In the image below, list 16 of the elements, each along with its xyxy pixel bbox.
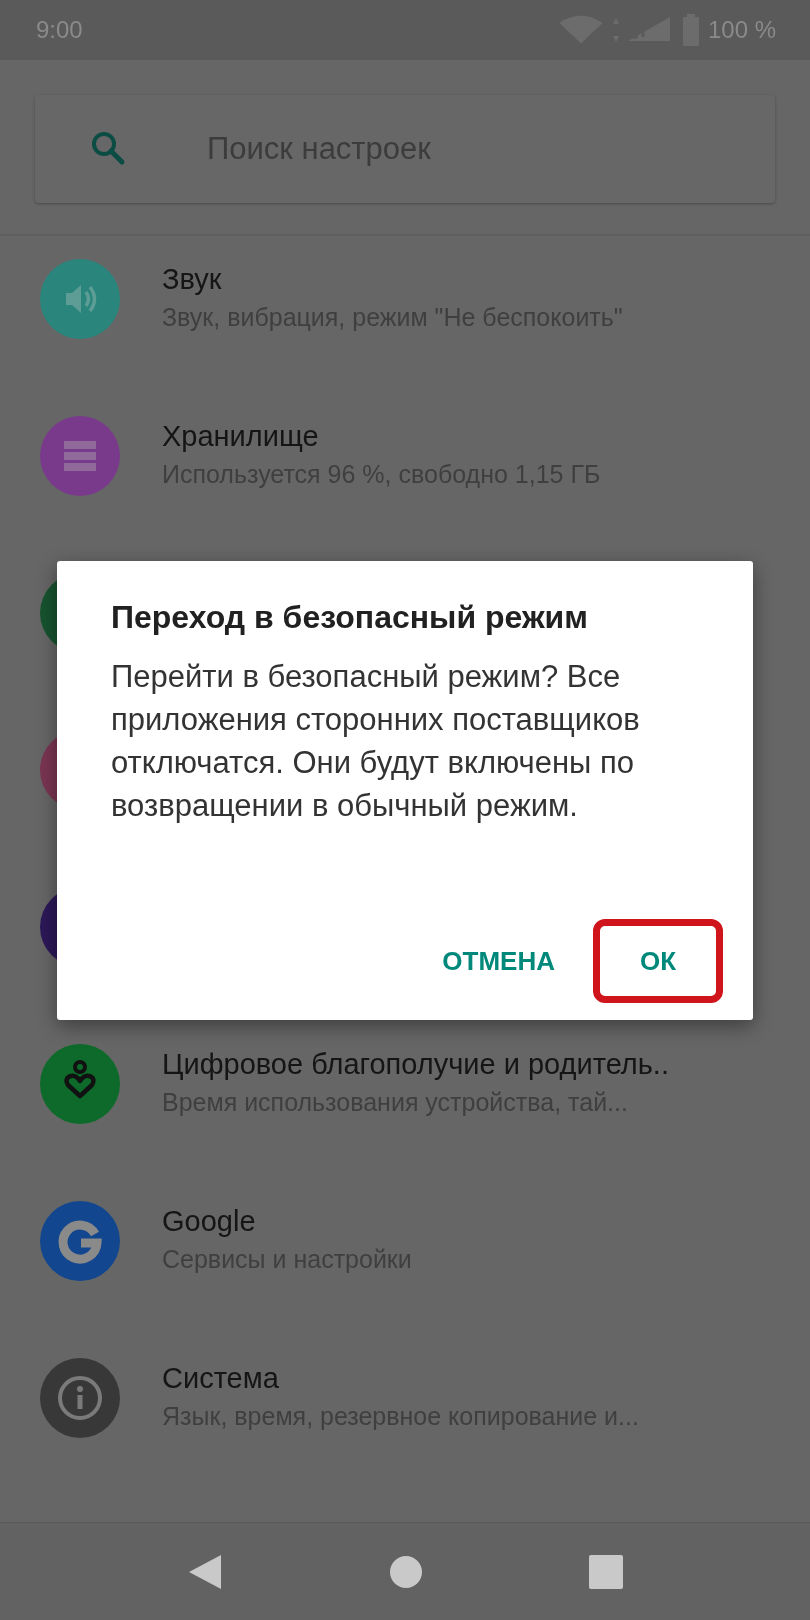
setting-title: Звук [162, 262, 223, 297]
setting-title: Система [162, 1361, 280, 1396]
dialog-title: Переход в безопасный режим [111, 598, 589, 637]
back-icon[interactable] [187, 1552, 223, 1591]
letter-g-icon[interactable] [40, 1201, 120, 1281]
info-icon[interactable] [40, 1358, 120, 1438]
setting-title: Цифровое благополучие и родитель.. [162, 1047, 669, 1082]
dialog-message: Перейти в безопасный режим? Все приложения сторонних поставщиков отключатся. Они будут включены по возвращении в обычный режим. [111, 658, 641, 825]
home-icon[interactable] [389, 1554, 423, 1589]
speaker-icon[interactable] [40, 259, 120, 339]
recents-icon[interactable] [589, 1554, 623, 1589]
setting-title: Хранилище [162, 419, 320, 454]
heart-figure-icon[interactable] [40, 1044, 120, 1124]
cancel-button[interactable]: ОТМЕНА [434, 933, 563, 989]
ok-button[interactable]: ОК [631, 933, 685, 989]
setting-title: Google [162, 1204, 257, 1239]
